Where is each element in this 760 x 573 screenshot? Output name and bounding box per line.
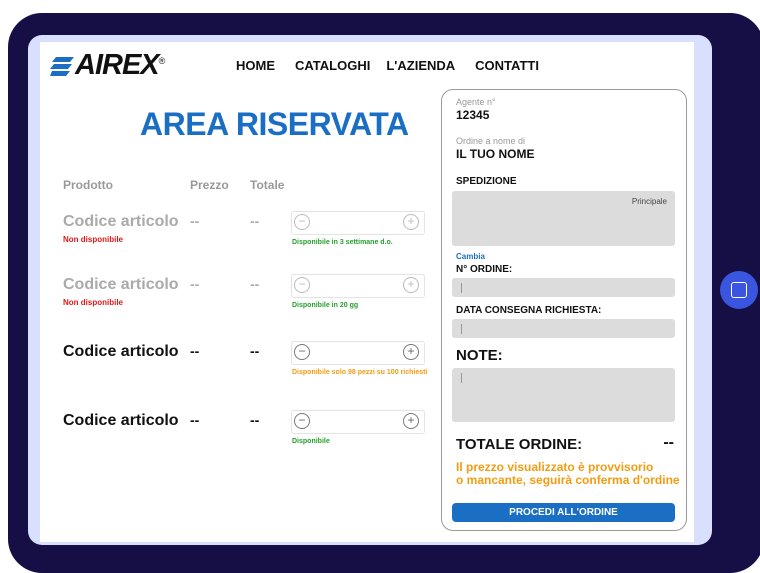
disclaimer-line: o mancante, seguirà conferma d'ordine	[456, 473, 680, 487]
home-square-icon	[731, 282, 747, 298]
product-name[interactable]: Codice articolo	[63, 276, 179, 294]
shipping-title: SPEDIZIONE	[456, 176, 517, 187]
stock-note: Disponibile solo 98 pezzi su 100 richies…	[292, 369, 428, 376]
column-header-product: Prodotto	[63, 178, 113, 192]
proceed-to-order-button[interactable]: PROCEDI ALL'ORDINE	[452, 503, 675, 522]
page-title: AREA RISERVATA	[140, 106, 409, 142]
main-nav: HOME CATALOGHI L'AZIENDA CONTATTI	[236, 58, 559, 73]
quantity-stepper[interactable]: − +	[291, 274, 425, 298]
product-price: --	[190, 343, 200, 359]
airex-logo[interactable]: AIREX ®	[50, 50, 165, 80]
quantity-stepper[interactable]: − +	[291, 341, 425, 365]
agent-number: 12345	[456, 108, 490, 122]
plus-icon[interactable]: +	[403, 214, 419, 230]
order-panel: Agente n° 12345 Ordine a nome di IL TUO …	[441, 89, 687, 531]
product-name[interactable]: Codice articolo	[63, 343, 179, 361]
stock-note: Disponibile in 20 gg	[292, 302, 359, 309]
minus-icon[interactable]: −	[294, 413, 310, 429]
nav-cataloghi[interactable]: CATALOGHI	[295, 58, 370, 73]
price-disclaimer: Il prezzo visualizzato è provvisorio o m…	[456, 461, 684, 487]
order-total-value: --	[663, 434, 674, 451]
product-total: --	[250, 276, 260, 292]
product-price: --	[190, 213, 200, 229]
notes-label: NOTE:	[456, 347, 503, 364]
minus-icon[interactable]: −	[294, 277, 310, 293]
plus-icon[interactable]: +	[403, 344, 419, 360]
product-price: --	[190, 276, 200, 292]
web-page: AIREX ® HOME CATALOGHI L'AZIENDA CONTATT…	[40, 42, 694, 542]
order-number-input[interactable]	[452, 278, 675, 297]
product-name[interactable]: Codice articolo	[63, 412, 179, 430]
plus-icon[interactable]: +	[403, 277, 419, 293]
tablet-home-button[interactable]	[720, 271, 758, 309]
column-header-price: Prezzo	[190, 178, 229, 192]
plus-icon[interactable]: +	[403, 413, 419, 429]
nav-home[interactable]: HOME	[236, 58, 275, 73]
delivery-date-label: DATA CONSEGNA RICHIESTA:	[456, 305, 602, 316]
product-total: --	[250, 412, 260, 428]
product-name[interactable]: Codice articolo	[63, 213, 179, 231]
availability-status: Non disponibile	[63, 235, 123, 244]
text-cursor	[461, 324, 462, 334]
order-name-value: IL TUO NOME	[456, 147, 535, 161]
stock-note: Disponibile	[292, 438, 330, 445]
quantity-stepper[interactable]: − +	[291, 211, 425, 235]
registered-mark: ®	[158, 56, 166, 66]
product-total: --	[250, 343, 260, 359]
availability-status: Non disponibile	[63, 298, 123, 307]
nav-azienda[interactable]: L'AZIENDA	[386, 58, 455, 73]
quantity-stepper[interactable]: − +	[291, 410, 425, 434]
order-total-label: TOTALE ORDINE:	[456, 436, 583, 453]
notes-textarea[interactable]	[452, 368, 675, 422]
order-number-label: N° ORDINE:	[456, 264, 513, 275]
product-price: --	[190, 412, 200, 428]
nav-contatti[interactable]: CONTATTI	[475, 58, 539, 73]
logo-wordmark: AIREX	[75, 49, 160, 81]
order-name-label: Ordine a nome di	[456, 136, 526, 146]
airex-stripes-icon	[50, 57, 74, 76]
minus-icon[interactable]: −	[294, 344, 310, 360]
shipping-tag: Principale	[631, 197, 667, 206]
text-cursor	[461, 283, 462, 293]
shipping-address-box[interactable]: Principale	[452, 191, 675, 246]
product-total: --	[250, 213, 260, 229]
text-cursor	[461, 373, 462, 383]
minus-icon[interactable]: −	[294, 214, 310, 230]
change-shipping-link[interactable]: Cambia	[456, 252, 485, 261]
delivery-date-input[interactable]	[452, 319, 675, 338]
agent-label: Agente n°	[456, 97, 496, 107]
stock-note: Disponibile in 3 settimane d.o.	[292, 239, 393, 246]
column-header-total: Totale	[250, 178, 285, 192]
